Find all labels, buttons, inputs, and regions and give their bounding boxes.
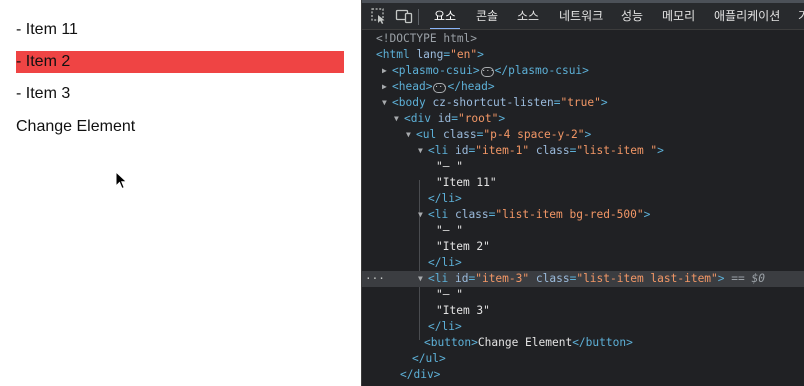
li1-id-value: item-1	[481, 144, 523, 157]
tab-console[interactable]: 콘솔	[476, 3, 498, 29]
tab-elements[interactable]: 요소	[429, 3, 461, 29]
dom-node-button[interactable]: <button>Change Element</button>	[362, 335, 804, 351]
head-tag-close: head	[460, 80, 488, 93]
dom-text-node[interactable]: "Item 11"	[362, 175, 804, 191]
li2-text-item: "Item 2"	[436, 240, 490, 253]
collapse-triangle-icon[interactable]: ▼	[418, 143, 428, 159]
li3-text-item: "Item 3"	[436, 304, 490, 317]
li3-id-value: item-3	[481, 272, 523, 285]
html-lang-value: en	[456, 48, 471, 61]
button-node-text: Change Element	[477, 336, 573, 349]
li1-text-dash: "– "	[436, 160, 463, 173]
tab-network[interactable]: 네트워크	[559, 3, 603, 29]
tab-sources[interactable]: 소스	[517, 3, 539, 29]
dom-node-li-3-selected[interactable]: ··· ▼ <li id="item-3" class="list-item la…	[362, 271, 804, 287]
li3-text-dash: "– "	[436, 288, 463, 301]
selected-node-marker: == $0	[731, 272, 765, 285]
change-element-button[interactable]: Change Element	[16, 116, 135, 138]
li2-class-value: list-item bg-red-500	[502, 208, 637, 221]
dom-node-ul-close[interactable]: </ul>	[362, 351, 804, 367]
li1-text-item: "Item 11"	[436, 176, 497, 189]
collapse-triangle-icon[interactable]: ▼	[394, 111, 404, 127]
dom-node-li-2-close[interactable]: </li>	[362, 255, 804, 271]
plasmo-tag-open: plasmo-csui	[398, 64, 473, 77]
body-attr-value: true	[567, 96, 595, 109]
more-options-icon[interactable]: ···	[365, 271, 385, 287]
dom-node-li-1[interactable]: ▼ <li id="item-1" class="list-item ">	[362, 143, 804, 159]
dom-text-node[interactable]: "– "	[362, 159, 804, 175]
tab-application[interactable]: 애플리케이션	[714, 3, 780, 29]
collapsed-ellipsis-icon[interactable]: ···	[433, 83, 447, 93]
collapse-triangle-icon[interactable]: ▼	[418, 271, 428, 287]
tab-overflow[interactable]: 기	[798, 3, 804, 29]
dom-text-node[interactable]: "– "	[362, 287, 804, 303]
collapse-triangle-icon[interactable]: ▼	[406, 127, 416, 143]
dom-node-html[interactable]: <html lang="en">	[362, 47, 804, 63]
inspect-element-icon[interactable]	[370, 7, 388, 25]
list-item-3: - Item 3	[16, 85, 71, 102]
li2-text-dash: "– "	[436, 224, 463, 237]
dom-node-doctype[interactable]: <!DOCTYPE html>	[362, 31, 804, 47]
dom-node-div-close[interactable]: </div>	[362, 367, 804, 383]
dom-node-root-div[interactable]: ▼ <div id="root">	[362, 111, 804, 127]
dom-node-body[interactable]: ▼ <body cz-shortcut-listen="true">	[362, 95, 804, 111]
root-id-value: root	[464, 112, 492, 125]
devtools-panel: 요소 콘솔 소스 네트워크 성능 메모리 애플리케이션 기 <!DOCTYPE …	[361, 0, 804, 386]
toolbar-separator	[418, 9, 419, 25]
list-item-2: - Item 2	[16, 51, 344, 73]
dom-node-li-2[interactable]: ▼ <li class="list-item bg-red-500">	[362, 207, 804, 223]
page-preview: - Item 11 - Item 2 - Item 3 Change Eleme…	[0, 0, 360, 386]
list-item-1: - Item 11	[16, 21, 78, 38]
tab-performance[interactable]: 성능	[621, 3, 643, 29]
device-toolbar-icon[interactable]	[395, 7, 413, 25]
dom-node-plasmo-csui[interactable]: ▶ <plasmo-csui> ···</plasmo-csui>	[362, 63, 804, 79]
dom-text-node[interactable]: "Item 2"	[362, 239, 804, 255]
head-tag-open: head	[398, 80, 426, 93]
dom-tree: <!DOCTYPE html> <html lang="en"> ▶ <plasm…	[362, 30, 804, 386]
tab-memory[interactable]: 메모리	[662, 3, 695, 29]
collapse-triangle-icon[interactable]: ▼	[418, 207, 428, 223]
devtools-tab-bar: 요소 콘솔 소스 네트워크 성능 메모리 애플리케이션 기	[362, 3, 804, 30]
dom-text-node[interactable]: "– "	[362, 223, 804, 239]
doctype-text: <!DOCTYPE html>	[376, 32, 478, 45]
dom-node-li-1-close[interactable]: </li>	[362, 191, 804, 207]
body-attr-name: cz-shortcut-listen	[432, 96, 554, 109]
expand-triangle-icon[interactable]: ▶	[382, 79, 392, 95]
collapsed-ellipsis-icon[interactable]: ···	[480, 67, 494, 77]
mouse-cursor-icon	[115, 171, 128, 190]
dom-node-head[interactable]: ▶ <head> ···</head>	[362, 79, 804, 95]
collapse-triangle-icon[interactable]: ▼	[382, 95, 392, 111]
dom-node-ul[interactable]: ▼ <ul class="p-4 space-y-2">	[362, 127, 804, 143]
expand-triangle-icon[interactable]: ▶	[382, 63, 392, 79]
li3-class-value: list-item last-item	[583, 272, 712, 285]
ul-class-value: p-4 space-y-2	[490, 128, 578, 141]
plasmo-tag-close: plasmo-csui	[508, 64, 583, 77]
li1-class-value: list-item	[583, 144, 651, 157]
dom-node-li-3-close[interactable]: </li>	[362, 319, 804, 335]
dom-text-node[interactable]: "Item 3"	[362, 303, 804, 319]
